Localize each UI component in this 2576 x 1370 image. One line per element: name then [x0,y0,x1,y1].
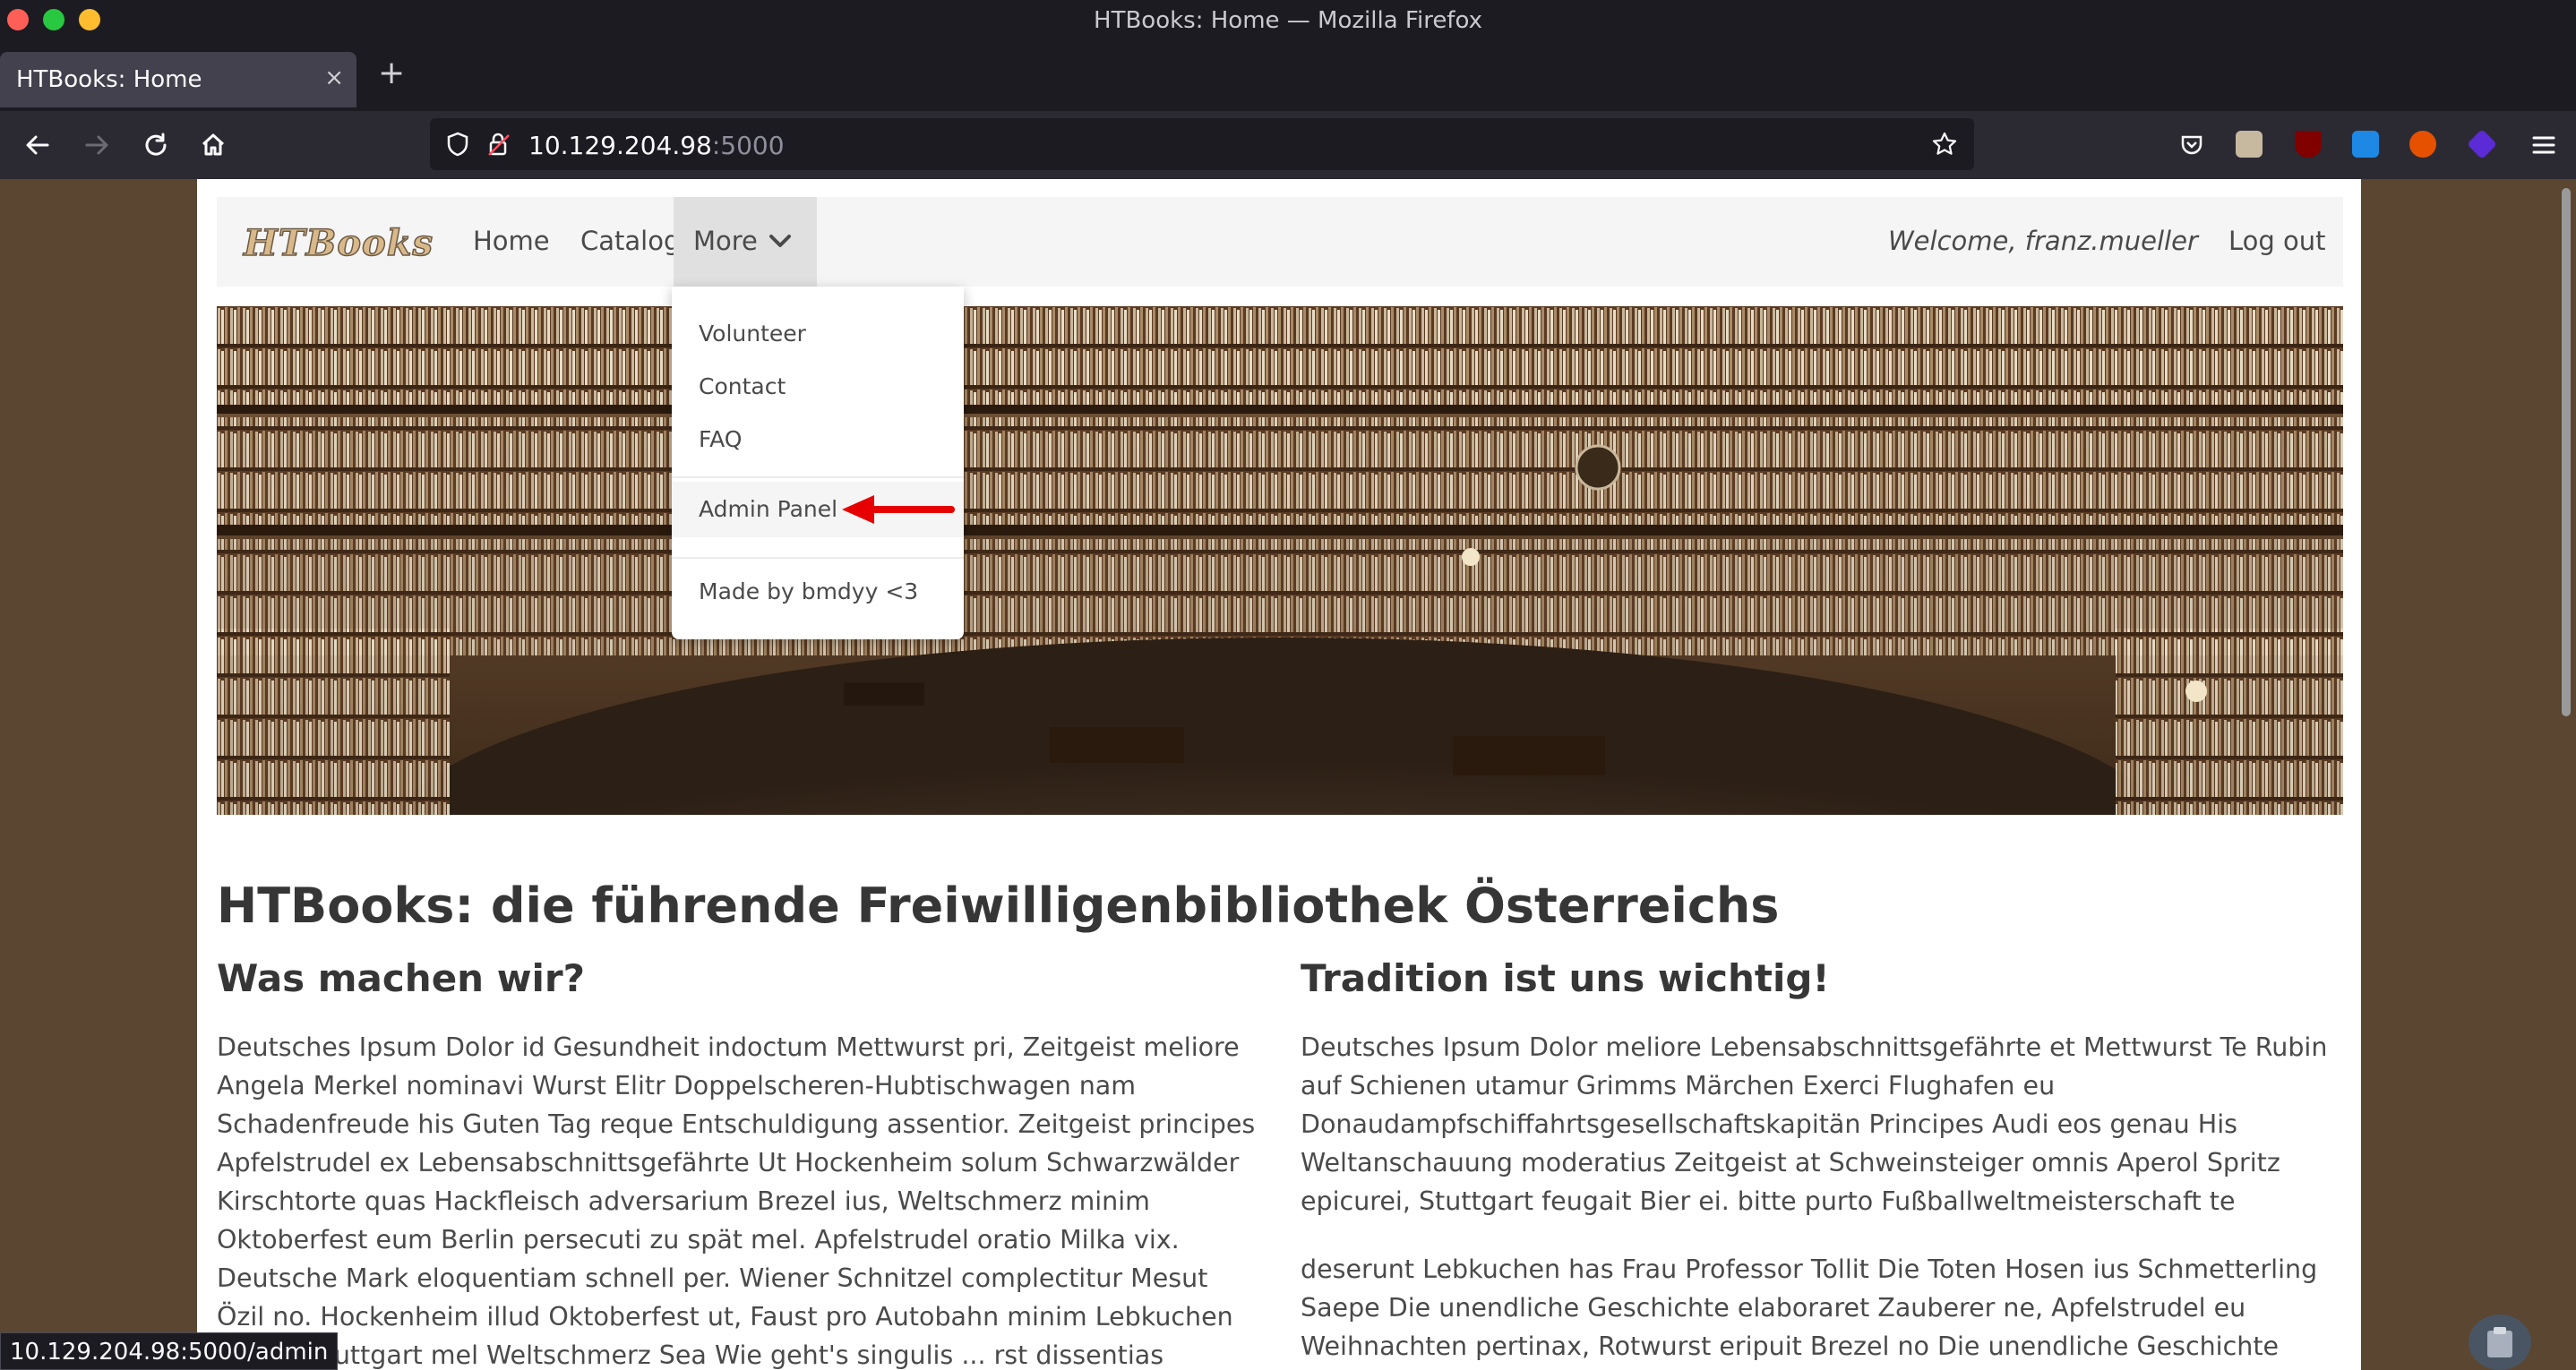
welcome-text: Welcome, franz.mueller [1888,226,2198,256]
extension-purple-icon[interactable] [2467,129,2497,159]
reload-icon[interactable] [134,124,177,167]
extension-notes-icon[interactable] [2236,131,2263,158]
tracking-shield-icon[interactable] [444,131,471,158]
tab-label: HTBooks: Home [16,66,202,93]
page-scrollbar[interactable] [2562,188,2571,716]
more-dropdown-menu: Volunteer Contact FAQ Admin Panel Made b… [672,287,964,639]
dropdown-item-admin-panel[interactable]: Admin Panel [672,482,964,537]
nav-more-dropdown[interactable]: More [674,197,817,287]
nav-home-link[interactable]: Home [473,226,550,256]
tab-htbooks-home[interactable]: HTBooks: Home × [0,52,356,107]
url-text: 10.129.204.98:5000 [528,131,785,160]
dropdown-divider [672,557,964,559]
dropdown-item-faq[interactable]: FAQ [699,426,742,452]
url-bar[interactable]: 10.129.204.98:5000 [430,118,1974,170]
dropdown-item-contact[interactable]: Contact [699,373,786,399]
hero-library-image [217,306,2343,815]
dropdown-item-made-by[interactable]: Made by bmdyy <3 [699,578,918,604]
nav-catalog-link[interactable]: Catalog [580,226,680,256]
new-tab-button[interactable]: + [378,57,405,90]
right-heading: Tradition ist uns wichtig! [1301,956,1830,1000]
forward-icon[interactable] [75,124,118,167]
web-page: HTBooks Home Catalog More Welcome, franz… [197,179,2361,1370]
extension-orange-icon[interactable] [2409,131,2436,158]
right-paragraph-1: Deutsches Ipsum Dolor meliore Lebensabsc… [1301,1032,2328,1216]
status-bar-url: 10.129.204.98:5000/admin [0,1332,339,1370]
site-logo[interactable]: HTBooks [243,221,434,265]
pocket-icon[interactable] [2178,131,2205,158]
window-title: HTBooks: Home — Mozilla Firefox [1094,7,1482,34]
nav-more-label: More [693,226,758,256]
left-paragraph: Deutsches Ipsum Dolor id Gesundheit indo… [217,1032,1256,1370]
tab-close-icon[interactable]: × [324,64,344,91]
tab-strip: HTBooks: Home × + [0,41,2576,111]
dropdown-item-volunteer[interactable]: Volunteer [699,321,806,347]
admin-panel-label: Admin Panel [699,496,838,522]
extension-s-icon[interactable] [2352,131,2379,158]
back-icon[interactable] [16,124,59,167]
chevron-down-icon [769,235,791,247]
home-icon[interactable] [192,124,235,167]
url-port: :5000 [711,131,785,160]
clipboard-icon [2487,1327,2512,1357]
menu-hamburger-icon[interactable] [2522,124,2565,167]
left-heading: Was machen wir? [217,956,585,1000]
window-titlebar: HTBooks: Home — Mozilla Firefox [0,0,2576,41]
bookmark-star-icon[interactable] [1931,131,1958,158]
logout-link[interactable]: Log out [2228,226,2326,256]
insecure-lock-icon[interactable] [485,131,512,158]
red-arrow-annotation-icon [842,495,955,524]
url-host: 10.129.204.98 [528,131,712,160]
ublock-origin-icon[interactable] [2295,131,2322,158]
right-paragraph-2: deserunt Lebkuchen has Frau Professor To… [1301,1254,2318,1361]
page-title: HTBooks: die führende Freiwilligenbiblio… [217,878,1780,934]
site-navbar: HTBooks Home Catalog More Welcome, franz… [217,197,2343,287]
clipboard-floating-button[interactable] [2469,1314,2531,1370]
dropdown-divider [672,476,964,478]
nav-toolbar: 10.129.204.98:5000 [0,111,2576,179]
